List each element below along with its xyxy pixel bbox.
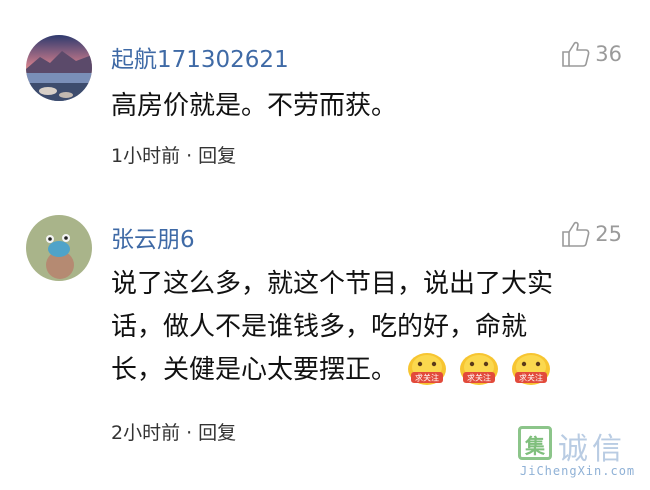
thumbs-up-icon — [561, 40, 591, 68]
reply-button[interactable]: 回复 — [198, 145, 236, 167]
username[interactable]: 起航171302621 — [111, 40, 289, 74]
like-count: 36 — [595, 42, 622, 66]
comment-time: 1小时前 — [111, 145, 181, 167]
watermark-chars: 诚信 — [558, 432, 626, 467]
like-count: 25 — [595, 222, 622, 246]
like-button[interactable]: 36 — [561, 40, 622, 68]
meta-separator: · — [186, 145, 193, 167]
emoji-follow-icon: 求关注 — [457, 351, 501, 391]
comment-text-line: 话，做人不是谁钱多，吃的好，命就 — [111, 312, 528, 342]
username[interactable]: 张云朋6 — [111, 220, 195, 254]
watermark-url: JiChengXin.com — [520, 464, 636, 478]
emoji-label: 求关注 — [415, 372, 439, 382]
watermark-logo-box: 集 — [518, 426, 552, 460]
emoji-follow-icon: 求关注 — [509, 351, 553, 391]
avatar[interactable] — [26, 215, 92, 281]
site-watermark: 集 诚信 JiChengXin.com — [518, 426, 636, 482]
reply-button[interactable]: 回复 — [198, 422, 236, 444]
comment-meta: 1小时前 · 回复 — [111, 141, 236, 168]
emoji-label: 求关注 — [519, 372, 543, 382]
comment-text-line-content: 长，关健是心太要摆正。 — [111, 355, 398, 385]
emoji-label: 求关注 — [467, 372, 491, 382]
comment-text: 高房价就是。不劳而获。 — [111, 91, 398, 121]
comment-text-line: 长，关健是心太要摆正。求关注 求关注 求关注 — [111, 349, 611, 392]
avatar[interactable] — [26, 35, 92, 101]
thumbs-up-icon — [561, 220, 591, 248]
comment-text: 说了这么多，就这个节目，说出了大实 话，做人不是谁钱多，吃的好，命就 长，关健是… — [111, 263, 611, 392]
emoji-follow-icon: 求关注 — [405, 351, 449, 391]
comment-meta: 2小时前 · 回复 — [111, 418, 236, 445]
meta-separator: · — [186, 422, 193, 444]
like-button[interactable]: 25 — [561, 220, 622, 248]
comment-time: 2小时前 — [111, 422, 181, 444]
comment-text-line: 说了这么多，就这个节目，说出了大实 — [111, 269, 554, 299]
